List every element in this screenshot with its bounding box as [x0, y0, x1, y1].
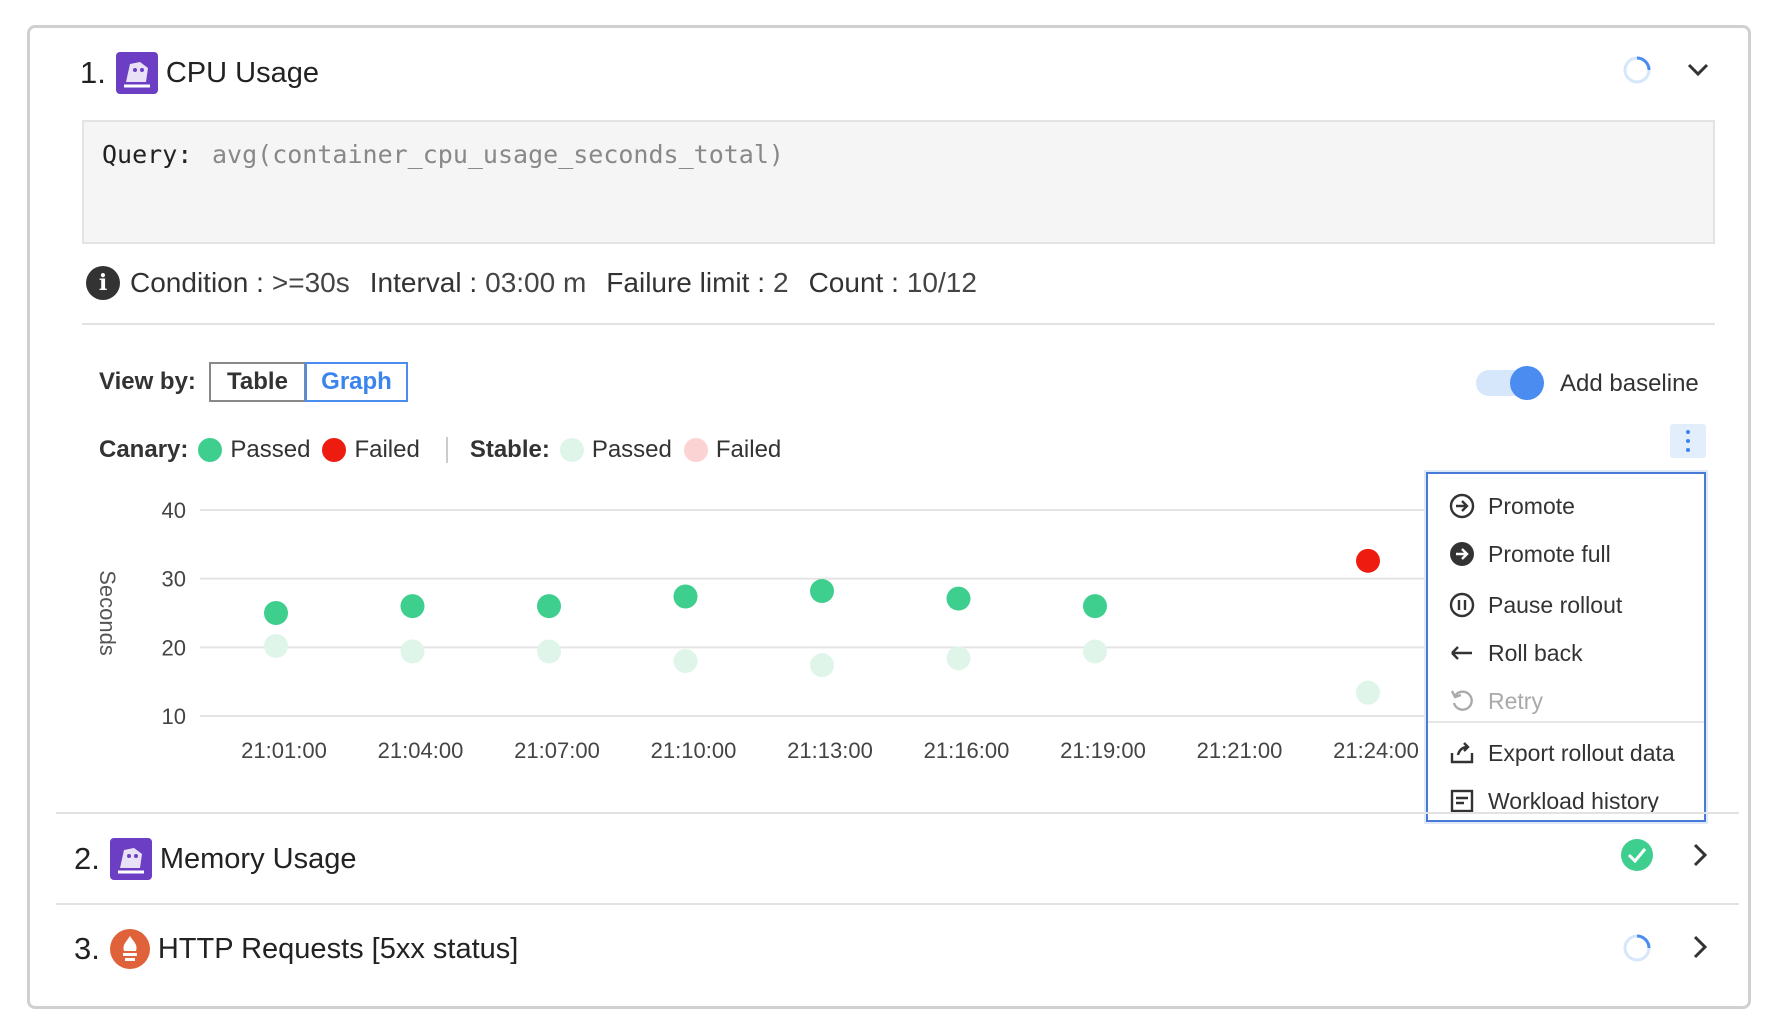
stable-point — [673, 649, 698, 674]
x-tick-label: 21:16:00 — [924, 738, 1010, 763]
metric-number: 2. — [74, 841, 100, 876]
stable-point — [264, 633, 288, 658]
loading-spinner-icon — [1623, 934, 1651, 962]
rollback-icon — [1451, 646, 1472, 660]
stable-point — [946, 646, 971, 671]
stable-point — [1356, 680, 1380, 705]
datadog-logo-icon — [109, 838, 152, 880]
canary-point — [810, 579, 834, 604]
x-tick-label: 21:21:00 — [1197, 738, 1283, 763]
rollout-actions-menu: Promote Promote full Pause rollout Roll … — [1426, 472, 1706, 822]
promote-icon — [1449, 493, 1475, 519]
menu-item-promote-full[interactable]: Promote full — [1448, 540, 1611, 568]
pause-icon — [1449, 592, 1475, 618]
menu-item-label: Retry — [1488, 687, 1543, 714]
stable-point — [1083, 639, 1107, 664]
history-icon — [1450, 789, 1474, 813]
menu-item-label: Promote — [1488, 492, 1575, 519]
stable-point — [400, 639, 425, 664]
canary-point — [673, 584, 698, 609]
prometheus-logo-icon — [109, 929, 150, 969]
stable-point — [810, 653, 834, 678]
y-axis-label: Seconds — [95, 570, 120, 656]
canary-point — [400, 594, 425, 619]
promote-full-icon — [1450, 542, 1474, 566]
metric-title: Memory Usage — [159, 842, 357, 875]
menu-item-roll-back[interactable]: Roll back — [1448, 639, 1583, 667]
x-tick-label: 21:19:00 — [1060, 738, 1146, 763]
canary-point — [946, 586, 971, 611]
menu-separator — [1428, 721, 1704, 723]
canary-point — [1083, 594, 1107, 619]
menu-item-pause-rollout[interactable]: Pause rollout — [1448, 591, 1622, 619]
menu-item-retry[interactable]: Retry — [1448, 687, 1543, 715]
menu-item-export-rollout-data[interactable]: Export rollout data — [1448, 739, 1675, 767]
x-tick-label: 21:04:00 — [378, 738, 464, 763]
y-tick-label: 10 — [162, 704, 186, 729]
x-tick-label: 21:07:00 — [514, 738, 600, 763]
divider — [56, 812, 1739, 814]
divider — [56, 903, 1739, 905]
y-tick-label: 30 — [162, 567, 186, 592]
menu-item-label: Pause rollout — [1488, 591, 1623, 618]
stable-point — [537, 639, 561, 664]
metric-title: HTTP Requests [5xx status] — [157, 932, 519, 965]
x-tick-label: 21:10:00 — [651, 738, 737, 763]
retry-icon — [1450, 690, 1473, 711]
menu-item-label: Roll back — [1488, 639, 1583, 666]
menu-item-label: Export rollout data — [1488, 739, 1675, 766]
export-icon — [1450, 742, 1474, 764]
x-tick-label: 21:24:00 — [1333, 738, 1419, 763]
chevron-right-icon[interactable] — [1686, 933, 1714, 961]
y-tick-label: 20 — [162, 635, 186, 660]
metric-header-memory[interactable]: 2. Memory Usage — [74, 838, 356, 880]
x-tick-label: 21:13:00 — [787, 738, 873, 763]
metric-header-http[interactable]: 3. HTTP Requests [5xx status] — [74, 929, 518, 969]
menu-item-promote[interactable]: Promote — [1448, 492, 1575, 520]
canary-point — [264, 601, 288, 625]
menu-item-label: Promote full — [1488, 540, 1611, 567]
x-tick-label: 21:01:00 — [241, 738, 327, 763]
y-tick-label: 40 — [162, 498, 186, 523]
canary-point — [537, 594, 561, 619]
metric-number: 3. — [74, 931, 100, 966]
check-circle-icon — [1621, 839, 1653, 871]
menu-item-label: Workload history — [1488, 787, 1659, 814]
canary-point — [1356, 548, 1380, 573]
chevron-right-icon[interactable] — [1686, 841, 1714, 869]
menu-item-workload-history[interactable]: Workload history — [1448, 787, 1659, 815]
